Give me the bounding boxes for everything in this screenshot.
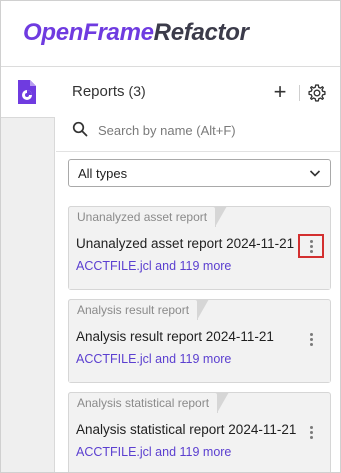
panel-title: Reports (3) — [72, 83, 146, 100]
report-files-link[interactable]: ACCTFILE.jcl and 119 more — [76, 352, 231, 366]
reports-count: (3) — [128, 83, 146, 99]
search-bar — [68, 117, 330, 143]
report-files-link[interactable]: ACCTFILE.jcl and 119 more — [76, 445, 231, 459]
report-card[interactable]: Analysis statistical report Analysis sta… — [68, 392, 331, 472]
brand-logo: OpenFrameRefactor — [23, 19, 249, 47]
search-icon — [72, 121, 88, 137]
search-input[interactable] — [98, 119, 328, 141]
type-filter-value: All types — [78, 166, 128, 181]
report-category-tab: Analysis result report — [68, 299, 210, 320]
report-category-tab: Unanalyzed asset report — [68, 206, 228, 227]
report-card[interactable]: Analysis result report Analysis result r… — [68, 299, 331, 383]
kebab-menu-icon — [309, 239, 313, 253]
settings-gear-icon[interactable] — [307, 83, 327, 103]
reports-panel: Reports(3) + All types Unanalyzed asset … — [56, 67, 340, 472]
report-title[interactable]: Analysis statistical report 2024-11-21 — [76, 422, 296, 437]
add-report-button[interactable]: + — [270, 80, 290, 104]
type-filter-select[interactable]: All types — [68, 159, 331, 187]
kebab-menu-icon — [309, 332, 313, 346]
report-card-body: Analysis statistical report 2024-11-21 A… — [69, 413, 330, 472]
report-file-icon — [18, 80, 36, 104]
brand-name-part1: OpenFrame — [23, 19, 154, 46]
app-header: OpenFrameRefactor — [1, 1, 340, 67]
more-options-button[interactable] — [298, 234, 324, 258]
app-window: OpenFrameRefactor Reports (3) + Search b… — [0, 0, 341, 473]
report-category-tab: Analysis statistical report — [68, 392, 230, 413]
brand-name-part2: Refactor — [153, 19, 249, 46]
rail-item-reports[interactable] — [1, 67, 55, 118]
report-files-link[interactable]: ACCTFILE.jcl and 119 more — [76, 259, 231, 273]
report-card[interactable]: Unanalyzed asset report Unanalyzed asset… — [68, 206, 331, 290]
left-nav-rail — [1, 67, 55, 472]
report-card-body: Analysis result report 2024-11-21 ACCTFI… — [69, 320, 330, 382]
toolbar-divider — [299, 85, 300, 101]
search-divider — [56, 151, 340, 152]
kebab-menu-icon — [309, 425, 313, 439]
more-options-button[interactable] — [298, 420, 324, 444]
more-options-button[interactable] — [298, 327, 324, 351]
report-card-body: Unanalyzed asset report 2024-11-21 ACCTF… — [69, 227, 330, 289]
chevron-down-icon — [309, 170, 321, 177]
report-title[interactable]: Analysis result report 2024-11-21 — [76, 329, 274, 344]
report-title[interactable]: Unanalyzed asset report 2024-11-21 — [76, 236, 294, 251]
panel-title-text: Reports — [72, 83, 125, 100]
